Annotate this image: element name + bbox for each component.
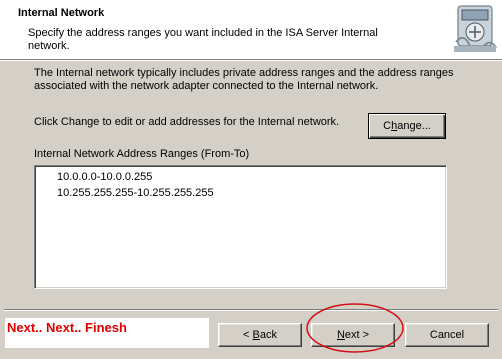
isa-server-wizard-icon [452, 2, 498, 54]
address-ranges-list[interactable]: 10.0.0.0-10.0.0.255 10.255.255.255-10.25… [34, 165, 447, 289]
list-item[interactable]: 10.0.0.0-10.0.0.255 [57, 170, 152, 184]
page-description: Specify the address ranges you want incl… [28, 27, 378, 52]
back-button[interactable]: < Back [218, 323, 302, 347]
annotation-text: Next.. Next.. Finesh [7, 320, 127, 335]
change-instruction: Click Change to edit or add addresses fo… [34, 116, 340, 128]
footer-divider [4, 309, 498, 311]
change-button-label: Change... [383, 120, 431, 132]
list-item[interactable]: 10.255.255.255-10.255.255.255 [57, 186, 214, 200]
next-button[interactable]: Next > [311, 323, 395, 347]
cancel-button[interactable]: Cancel [405, 323, 489, 347]
annotation-box: Next.. Next.. Finesh [5, 318, 209, 348]
change-button[interactable]: Change... [368, 113, 446, 139]
back-button-label: < Back [243, 329, 277, 341]
intro-text: The Internal network typically includes … [34, 67, 454, 92]
page-title: Internal Network [18, 7, 105, 19]
wizard-header: Internal Network Specify the address ran… [0, 0, 502, 61]
ranges-label: Internal Network Address Ranges (From-To… [34, 148, 250, 160]
next-button-label: Next > [336, 329, 370, 341]
